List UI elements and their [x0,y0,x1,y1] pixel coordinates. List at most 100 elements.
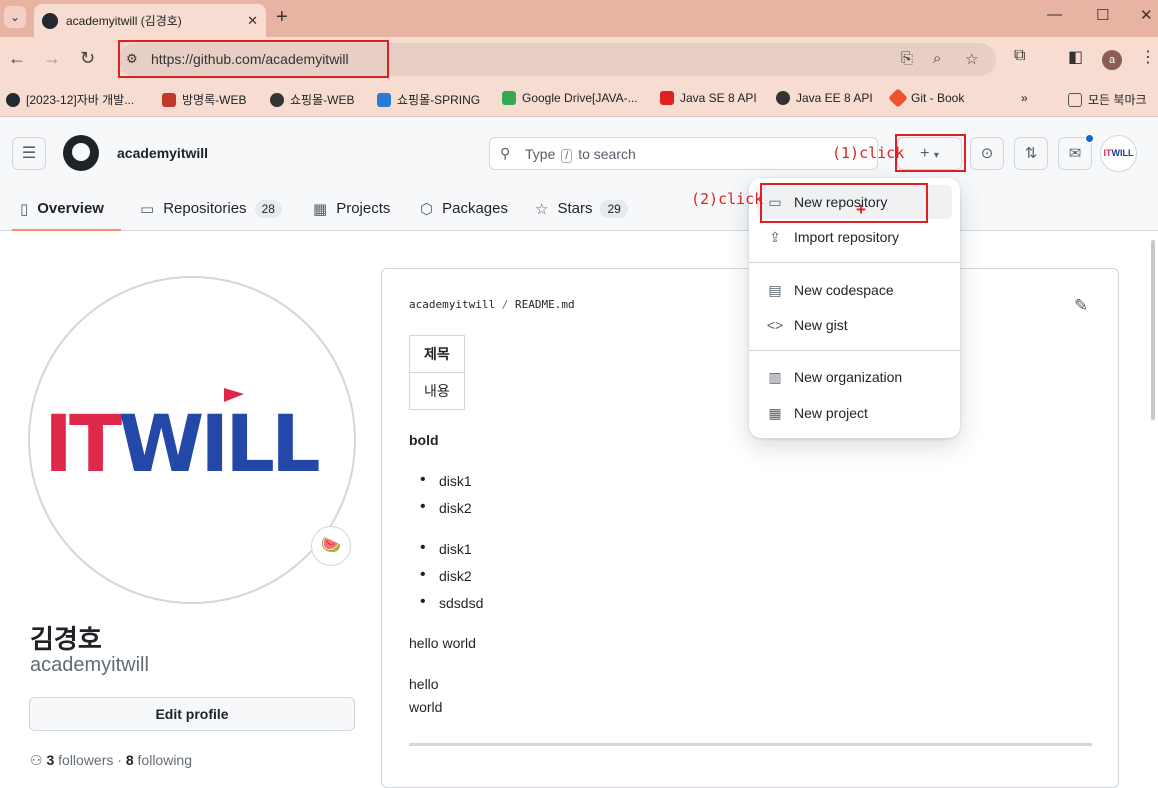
maximize-button[interactable]: ☐ [1096,6,1109,24]
menu-item-import-repository[interactable]: ⇪ Import repository [757,220,952,254]
bookmark-label: 쇼핑몰-SPRING [397,93,481,107]
bookmark-label: Java EE 8 API [796,91,873,105]
itwill-logo: ITWILL [44,400,321,490]
bookmark-item[interactable]: 방명록-WEB [162,91,246,108]
site-icon [377,92,391,107]
browser-tab-strip: ⌄ academyitwill (김경호) ✕ + — ☐ ✕ [0,0,1158,37]
new-tab-button[interactable]: + [276,6,288,29]
tab-repositories[interactable]: ▭ Repositories 28 [140,186,282,231]
github-header: ☰ academyitwill ⚲ Type / to search + ▾ ⊙… [0,117,1158,231]
tab-label: Projects [336,200,391,217]
repo-push-icon: ⇪ [769,228,781,245]
page-scrollbar[interactable] [1151,240,1155,420]
bookmark-label: Java SE 8 API [680,91,757,105]
more-bookmarks-chevron-icon[interactable]: » [1021,91,1028,105]
path-separator: / [501,298,509,311]
search-icon: ⚲ [500,145,511,161]
repo-icon: ▭ [140,200,155,218]
globe-icon [270,92,284,107]
bookmark-item[interactable]: Git - Book [888,88,965,108]
bookmark-item[interactable]: Java SE 8 API [660,91,757,105]
menu-item-new-organization[interactable]: ▥ New organization [757,360,952,394]
bookmark-item[interactable]: Java EE 8 API [776,91,873,105]
followers-count: 3 [46,752,55,768]
search-input[interactable]: ⚲ Type / to search [489,137,878,170]
table-icon: ▦ [768,404,782,421]
list-item: sdsdsd [409,593,483,622]
table-header-cell: 제목 [409,335,465,373]
context-username[interactable]: academyitwill [117,145,208,161]
menu-item-label: New codespace [794,282,894,298]
menu-item-new-codespace[interactable]: ▤ New codespace [757,273,952,307]
install-app-icon[interactable]: ⎘ [901,50,913,67]
bookmark-item[interactable]: 쇼핑몰-SPRING [377,91,480,108]
tab-projects[interactable]: ▦ Projects [313,186,390,231]
pull-requests-button[interactable]: ⇅ [1014,137,1048,170]
bookmark-star-icon[interactable]: ☆ [965,50,978,68]
list-item: disk2 [409,498,472,527]
forward-icon[interactable]: → [43,48,61,69]
folder-icon [1068,92,1082,107]
readme-paragraph: hello world [409,635,476,651]
code-icon: <> [766,317,784,333]
all-bookmarks-folder[interactable]: 모든 북마크 [1068,91,1147,108]
side-panel-icon[interactable]: ◧ [1068,47,1083,67]
github-favicon-icon [42,12,58,29]
git-icon [888,88,908,108]
tab-title: academyitwill (김경호) [66,14,182,28]
edit-profile-button[interactable]: Edit profile [29,697,355,731]
followers-line[interactable]: ⚇ 3 followers · 8 following [30,752,192,769]
google-drive-icon [502,91,516,105]
chrome-menu-icon[interactable]: ⋮ [1140,47,1156,67]
following-count: 8 [125,752,134,768]
menu-divider [749,262,960,263]
logo-it-text: IT [44,400,122,490]
extensions-icon[interactable]: ⧉ [1014,47,1025,65]
readme-filename[interactable]: README.md [515,298,575,311]
organization-icon: ▥ [768,368,782,385]
bookmark-item[interactable]: 쇼핑몰-WEB [270,91,354,108]
bookmark-label: Git - Book [911,91,965,105]
zoom-icon[interactable]: ⌕ [933,50,941,67]
repo-count-badge: 28 [254,199,282,218]
menu-item-new-project[interactable]: ▦ New project [757,396,952,430]
slash-key-hint: / [561,149,573,163]
github-logo-icon[interactable] [63,135,99,171]
close-window-button[interactable]: ✕ [1140,6,1153,24]
menu-item-label: New project [794,405,868,421]
back-icon[interactable]: ← [8,48,26,69]
step1-annotation: (1)click [832,144,905,162]
readme-list-2: disk1 disk2 sdsdsd [409,539,483,622]
tab-stars[interactable]: ☆ Stars 29 [535,186,628,231]
pencil-icon[interactable]: ✎ [1074,296,1088,316]
site-icon [162,92,176,107]
tab-label: Repositories [163,200,247,217]
table-cell: 내용 [409,372,465,410]
avatar-it-text: IT [1103,148,1112,158]
browser-tab[interactable]: academyitwill (김경호) ✕ [34,4,266,37]
reload-icon[interactable]: ↻ [80,48,95,69]
status-emoji-button[interactable]: 🍉 [311,526,351,566]
menu-item-label: New organization [794,369,903,385]
minimize-button[interactable]: — [1047,6,1062,23]
list-item: disk1 [409,471,472,500]
tab-overview[interactable]: ▯ Overview [20,186,104,231]
tab-label: Packages [442,200,508,217]
plus-annotation-box [895,134,966,172]
browser-profile-avatar[interactable]: a [1102,50,1122,70]
issues-button[interactable]: ⊙ [970,137,1004,170]
menu-hamburger-button[interactable]: ☰ [12,137,46,170]
star-icon: ☆ [535,200,549,218]
placeholder-text: to search [578,146,636,162]
user-avatar-button[interactable]: ITWILL [1100,135,1137,172]
tab-search-button[interactable]: ⌄ [4,6,26,28]
menu-divider [749,350,960,351]
profile-avatar[interactable]: ITWILL [28,276,356,604]
bookmark-label: 방명록-WEB [182,93,247,107]
bookmark-item[interactable]: Google Drive[JAVA-... [502,91,638,105]
bookmark-item[interactable]: [2023-12]자바 개발... [6,91,134,108]
menu-item-new-gist[interactable]: <> New gist [757,308,952,342]
tab-packages[interactable]: ⬡ Packages [420,186,508,231]
close-tab-icon[interactable]: ✕ [247,13,258,29]
readme-owner[interactable]: academyitwill [409,298,495,311]
